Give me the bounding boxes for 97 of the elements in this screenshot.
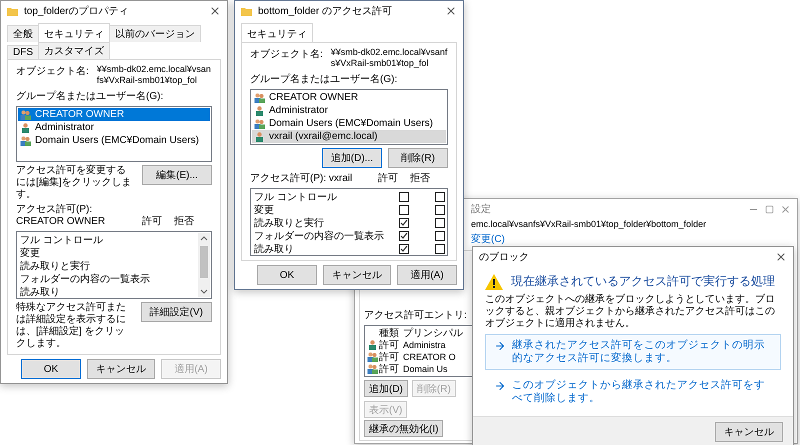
arrow-icon	[494, 340, 506, 352]
checkbox[interactable]	[399, 218, 409, 228]
dialog-button[interactable]: 適用(A)	[397, 265, 457, 285]
column-header: 拒否	[173, 214, 195, 228]
close-icon[interactable]	[209, 5, 221, 17]
permission-row-text: 読み取りと実行	[19, 260, 91, 272]
users-icon	[254, 92, 265, 102]
disable-inheritance-button[interactable]: 継承の無効化(I)	[364, 420, 444, 437]
table-cell-text: CREATOR O	[403, 352, 457, 362]
edit-hint: アクセス許可を変更するには[編集]をクリックします。	[16, 165, 133, 201]
column-header: 許可	[377, 172, 399, 185]
dialog-heading: 現在継承されているアクセス許可で実行する処理	[511, 273, 775, 290]
column-header: 許可	[141, 214, 163, 228]
table-cell-text: 許可	[379, 338, 400, 352]
permission-row: 読み取り	[252, 242, 458, 255]
dialog-button[interactable]: キャンセル	[323, 265, 391, 285]
scrollbar-drawing[interactable]	[198, 233, 210, 297]
tab[interactable]: DFS	[7, 45, 39, 59]
command-link[interactable]: 継承されたアクセス許可をこのオブジェクトの明示的なアクセス許可に変換します。	[485, 334, 781, 370]
warning-icon	[485, 274, 503, 290]
users-icon	[20, 136, 31, 146]
user-list-item[interactable]: Administrator	[252, 104, 446, 117]
checkbox[interactable]	[399, 244, 409, 254]
column-header: プリンシパル	[403, 326, 464, 340]
user-icon	[254, 132, 265, 142]
maximize-icon[interactable]	[765, 204, 774, 214]
checkbox[interactable]	[435, 192, 445, 202]
user-list-item[interactable]: CREATOR OWNER	[252, 91, 446, 104]
table-cell-text: Administra	[403, 340, 447, 350]
users-icon	[367, 364, 378, 374]
column-header: 拒否	[409, 172, 431, 185]
user-icon	[254, 106, 265, 116]
permission-row-text: フォルダーの内容の一覧表示	[19, 272, 151, 285]
permission-row: 変更	[252, 203, 458, 216]
permission-row-text: フル コントロール	[19, 234, 104, 246]
dialog-button[interactable]: キャンセル	[87, 359, 155, 379]
edit-button[interactable]: 編集(E)...	[142, 165, 212, 185]
column-header: 種類	[379, 326, 400, 340]
cancel-button[interactable]: キャンセル	[715, 422, 783, 442]
object-name-label: オブジェクト名:	[250, 48, 323, 61]
window-title: top_folderのプロパティ	[24, 4, 130, 18]
folder-icon	[241, 6, 252, 16]
window-title: bottom_folder のアクセス許可	[258, 4, 393, 18]
permission-row: フル コントロール	[252, 190, 458, 203]
checkbox[interactable]	[435, 230, 445, 240]
permission-row: フォルダーの内容の一覧表示	[252, 229, 458, 242]
advanced-button[interactable]: 詳細設定(V)	[140, 302, 212, 322]
command-link[interactable]: このオブジェクトから継承されたアクセス許可をすべて削除します。	[485, 374, 781, 410]
close-icon[interactable]	[445, 5, 457, 17]
permission-row-text: 変更	[19, 246, 41, 259]
table-cell-text: Domain Us	[403, 364, 449, 374]
checkbox[interactable]	[399, 204, 409, 214]
table-cell-text: 許可	[379, 350, 400, 364]
tab[interactable]: 全般	[7, 25, 39, 42]
checkbox[interactable]	[399, 192, 409, 202]
list-button[interactable]: 削除(R)	[388, 148, 448, 168]
group-label: グループ名またはユーザー名(G):	[16, 90, 164, 103]
permission-row-text: 読み取り	[19, 286, 61, 298]
entry-button[interactable]: 追加(D)	[364, 380, 408, 397]
group-label: グループ名またはユーザー名(G):	[250, 72, 398, 86]
permission-row: 読み取りと実行	[252, 216, 458, 229]
tab[interactable]: カスタマイズ	[38, 42, 110, 59]
users-icon	[20, 110, 31, 120]
checkbox[interactable]	[435, 204, 445, 214]
dialog-description: このオブジェクトへの継承をブロックしようとしています。ブロックすると、親オブジェクトから継承されたアクセス許可はこのオブジェクトに適用されません。	[485, 294, 776, 330]
user-list-item[interactable]: Domain Users (EMC¥Domain Users)	[252, 117, 446, 130]
user-icon	[20, 122, 31, 132]
checkbox[interactable]	[399, 230, 409, 240]
user-icon	[367, 340, 378, 350]
tab[interactable]: 以前のバージョン	[109, 25, 201, 42]
dialog-button[interactable]: OK	[21, 359, 81, 379]
user-list-item[interactable]: Administrator	[18, 121, 210, 134]
arrow-icon	[494, 380, 506, 392]
close-icon[interactable]	[775, 251, 787, 263]
object-path: emc.local¥vsanfs¥VxRail-smb01¥top_folder¥bottom_folder	[471, 219, 708, 230]
window-title: 設定	[471, 202, 492, 216]
user-list-item[interactable]: CREATOR OWNER	[18, 108, 210, 121]
dialog-button[interactable]: OK	[257, 265, 317, 285]
checkbox[interactable]	[435, 244, 445, 254]
user-list-item[interactable]: vxrail (vxrail@emc.local)	[252, 130, 446, 143]
entries-label: アクセス許可エントリ:	[364, 308, 467, 322]
table-cell-text: 許可	[379, 362, 400, 376]
permissions-label: アクセス許可(P): vxrail	[250, 173, 354, 185]
object-name-label: オブジェクト名:	[16, 64, 89, 78]
checkbox[interactable]	[435, 218, 445, 228]
window-title: のブロック	[479, 250, 530, 264]
advanced-hint: 特殊なアクセス許可または詳細設定を表示するには、[詳細設定] をクリックします。	[16, 302, 127, 350]
users-icon	[367, 352, 378, 362]
object-path: ¥¥smb-dk02.emc.local¥vsanfs¥VxRail-smb01¥top_fol	[330, 47, 448, 69]
tab[interactable]: セキュリティ	[241, 23, 313, 42]
list-button[interactable]: 追加(D)...	[322, 148, 382, 168]
object-path: ¥¥smb-dk02.emc.local¥vsanfs¥VxRail-smb01¥top_fol	[96, 64, 212, 86]
change-link[interactable]: 変更(C)	[471, 232, 797, 246]
permissions-label: アクセス許可(P): CREATOR OWNER	[16, 204, 106, 228]
user-list-item[interactable]: Domain Users (EMC¥Domain Users)	[18, 134, 210, 147]
folder-icon	[7, 6, 18, 16]
users-icon	[254, 118, 265, 128]
